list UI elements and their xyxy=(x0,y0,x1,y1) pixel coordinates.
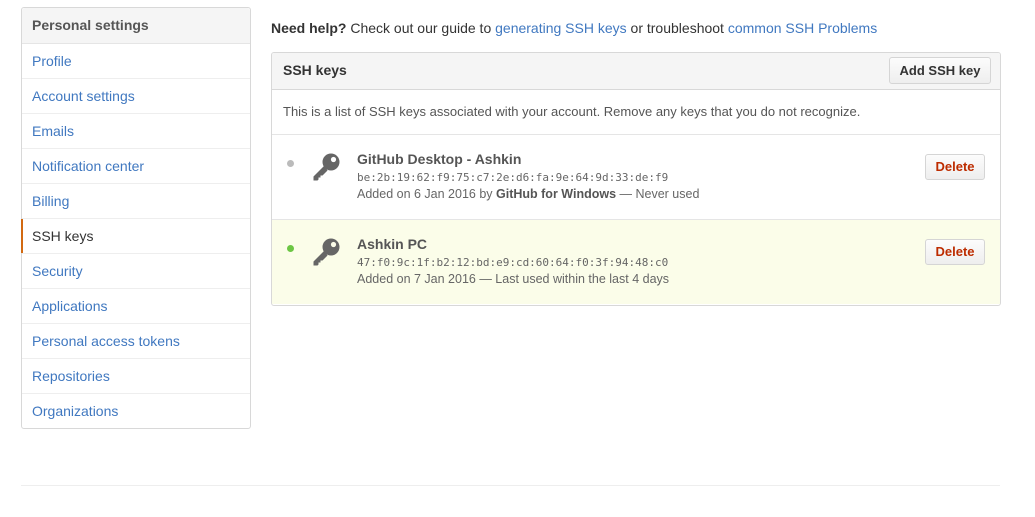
panel-title: SSH keys xyxy=(283,62,347,78)
sidebar-item-organizations[interactable]: Organizations xyxy=(22,394,250,428)
sidebar-item-billing[interactable]: Billing xyxy=(22,184,250,219)
common-ssh-problems-link[interactable]: common SSH Problems xyxy=(728,20,877,36)
add-ssh-key-button[interactable]: Add SSH key xyxy=(889,57,991,84)
key-fingerprint: be:2b:19:62:f9:75:c7:2e:d6:fa:9e:64:9d:3… xyxy=(357,171,669,184)
ssh-key-row: GitHub Desktop - Ashkin be:2b:19:62:f9:7… xyxy=(272,135,1000,220)
sidebar-item-personal-access-tokens[interactable]: Personal access tokens xyxy=(22,324,250,359)
sidebar-header: Personal settings xyxy=(22,8,250,44)
key-title: Ashkin PC xyxy=(357,236,428,252)
key-title: GitHub Desktop - Ashkin xyxy=(357,151,522,167)
key-meta: Added on 6 Jan 2016 by GitHub for Window… xyxy=(357,187,699,201)
ssh-keys-panel: SSH keys Add SSH key This is a list of S… xyxy=(271,52,1001,306)
sidebar-item-profile[interactable]: Profile xyxy=(22,44,250,79)
settings-sidebar: Personal settings Profile Account settin… xyxy=(21,7,251,429)
panel-header: SSH keys Add SSH key xyxy=(272,53,1000,90)
key-meta: Added on 7 Jan 2016 — Last used within t… xyxy=(357,272,669,286)
sidebar-item-ssh-keys[interactable]: SSH keys xyxy=(21,219,250,254)
delete-key-button[interactable]: Delete xyxy=(925,239,985,265)
sidebar-item-notification-center[interactable]: Notification center xyxy=(22,149,250,184)
help-text: Need help? Check out our guide to genera… xyxy=(271,20,877,36)
key-added-by: GitHub for Windows xyxy=(496,187,617,201)
delete-key-button[interactable]: Delete xyxy=(925,154,985,180)
sidebar-item-emails[interactable]: Emails xyxy=(22,114,250,149)
sidebar-item-repositories[interactable]: Repositories xyxy=(22,359,250,394)
sidebar-item-account-settings[interactable]: Account settings xyxy=(22,79,250,114)
footer-divider xyxy=(21,485,1000,486)
ssh-key-row: Ashkin PC 47:f0:9c:1f:b2:12:bd:e9:cd:60:… xyxy=(272,220,1000,304)
sidebar-item-security[interactable]: Security xyxy=(22,254,250,289)
help-text-2: or troubleshoot xyxy=(626,20,728,36)
key-fingerprint: 47:f0:9c:1f:b2:12:bd:e9:cd:60:64:f0:3f:9… xyxy=(357,256,669,269)
key-added-text: Added on 7 Jan 2016 xyxy=(357,272,476,286)
key-added-text: Added on 6 Jan 2016 by xyxy=(357,187,497,201)
key-usage: — Last used within the last 4 days xyxy=(475,272,670,286)
sidebar-item-applications[interactable]: Applications xyxy=(22,289,250,324)
key-usage: — Never used xyxy=(616,187,700,201)
panel-description: This is a list of SSH keys associated wi… xyxy=(272,90,1000,135)
help-text-1: Check out our guide to xyxy=(346,20,496,36)
generating-ssh-keys-link[interactable]: generating SSH keys xyxy=(495,20,627,36)
key-icon xyxy=(313,153,340,181)
key-status-dot xyxy=(287,160,294,167)
key-icon xyxy=(313,238,340,266)
help-lead: Need help? xyxy=(271,20,347,36)
key-status-dot xyxy=(287,245,294,252)
